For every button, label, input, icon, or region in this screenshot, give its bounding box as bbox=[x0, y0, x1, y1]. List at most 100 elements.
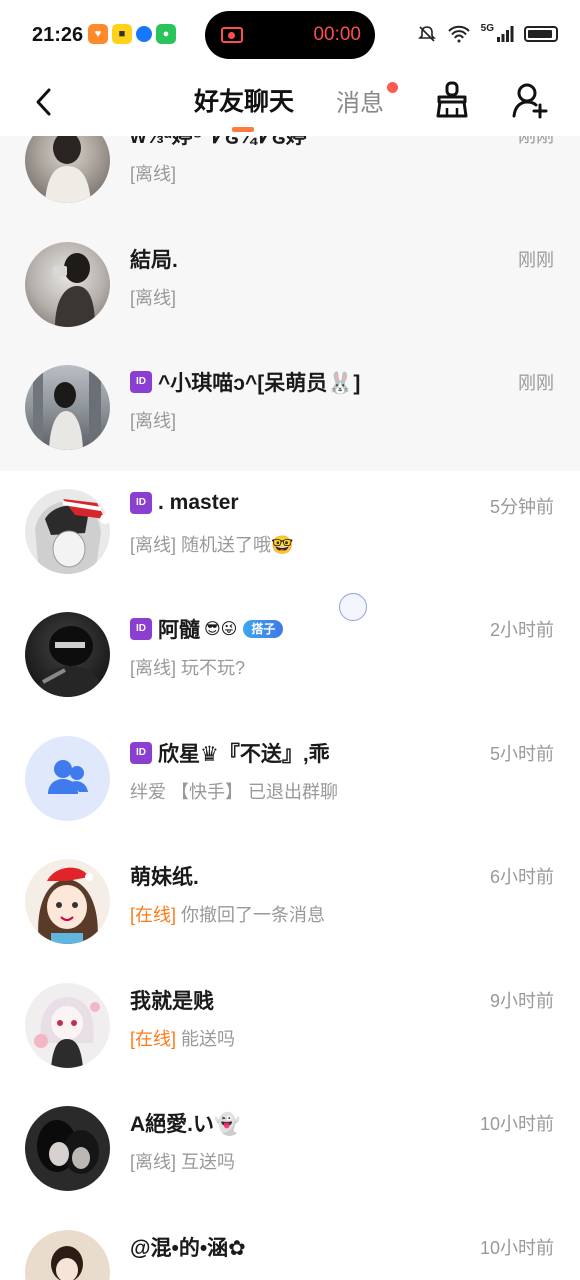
conversation-row[interactable]: 我就是贱 9小时前 [在线] 能送吗 bbox=[0, 965, 580, 1089]
chevron-left-icon bbox=[36, 88, 51, 116]
avatar-image bbox=[51, 1245, 83, 1280]
avatar-image bbox=[35, 498, 110, 574]
status-bar: 21:26 ♥ ■ ● 00:00 5G bbox=[0, 0, 580, 70]
clean-button[interactable] bbox=[432, 80, 472, 120]
presence-status: [离线] bbox=[130, 658, 177, 678]
contact-name: 萌妹纸. bbox=[130, 861, 199, 891]
avatar-image bbox=[34, 996, 100, 1068]
broom-icon bbox=[436, 81, 468, 118]
contact-name: 我就是贱 bbox=[130, 985, 214, 1015]
id-badge-icon: ID bbox=[130, 741, 152, 764]
group-icon bbox=[47, 760, 88, 794]
network-type: 5G bbox=[480, 22, 494, 34]
conversation-row[interactable]: @混•的•涵✿ 10小时前 bbox=[0, 1212, 580, 1280]
presence-status: [离线] bbox=[130, 411, 177, 431]
presence-status: [在线] bbox=[130, 1028, 177, 1049]
emoji-tag: 😎😜 bbox=[204, 621, 238, 638]
contact-name-text: 阿髓 bbox=[158, 619, 200, 642]
contact-name: A絕愛.い👻 bbox=[130, 1108, 240, 1138]
avatar[interactable] bbox=[25, 859, 110, 944]
conversation-list[interactable]: w⅓ᵘ婷⁵²ᏤᏋ¼ᏤᏋ婷 刚刚 [离线] 結局. 刚刚 [离线] ID ^小琪喵… bbox=[0, 100, 580, 1280]
conversation-row[interactable]: ID 阿髓 😎😜 搭子 2小时前 [离线] 玩不玩? bbox=[0, 594, 580, 718]
status-time: 21:26 bbox=[32, 24, 84, 46]
group-avatar[interactable] bbox=[25, 735, 110, 821]
active-tab-indicator bbox=[232, 127, 254, 132]
contact-name-text: A絕愛.い👻 bbox=[130, 1113, 241, 1136]
message-time: 6小时前 bbox=[489, 867, 554, 887]
message-preview: [在线] 能送吗 bbox=[130, 1025, 235, 1051]
conversation-row[interactable]: A絕愛.い👻 10小时前 [离线] 互送吗 bbox=[0, 1088, 580, 1212]
screen-recorder-pill[interactable]: 00:00 bbox=[205, 11, 375, 59]
message-time: 2小时前 bbox=[489, 620, 554, 640]
contact-name-text: 萌妹纸. bbox=[130, 866, 199, 889]
record-icon bbox=[221, 27, 243, 43]
avatar[interactable] bbox=[25, 241, 110, 327]
chat-header: 好友聊天 消息 bbox=[0, 70, 580, 136]
message-preview: [离线] 随机送了哦🤓 bbox=[130, 531, 293, 557]
tab-messages[interactable]: 消息 bbox=[336, 83, 384, 118]
avatar[interactable] bbox=[25, 982, 110, 1068]
mute-bell-icon bbox=[417, 26, 436, 42]
add-user-icon bbox=[512, 83, 548, 119]
avatar-image bbox=[35, 626, 105, 697]
avatar[interactable] bbox=[25, 365, 110, 450]
message-time: 5小时前 bbox=[489, 743, 554, 764]
message-preview: [离线] bbox=[130, 284, 176, 310]
avatar[interactable] bbox=[25, 612, 110, 697]
message-time: 刚刚 bbox=[518, 373, 554, 393]
unread-dot bbox=[387, 82, 398, 93]
contact-name-text: 欣星♛『不送』,乖 bbox=[158, 742, 330, 766]
message-preview: [在线] 你撤回了一条消息 bbox=[130, 901, 325, 927]
id-badge-icon: ID bbox=[130, 371, 152, 393]
message-time: 9小时前 bbox=[489, 990, 554, 1011]
contact-name: ID 阿髓 😎😜 搭子 bbox=[130, 614, 284, 644]
message-time: 刚刚 bbox=[518, 249, 554, 270]
presence-status: [离线] bbox=[130, 534, 177, 555]
app-notification-icon: ■ bbox=[112, 24, 132, 44]
app-notification-icon: ♥ bbox=[88, 24, 108, 44]
conversation-row[interactable]: ID . master 5分钟前 [离线] 随机送了哦🤓 bbox=[0, 471, 580, 595]
wechat-icon: ● bbox=[156, 24, 176, 44]
message-preview: [离线] 互送吗 bbox=[130, 1148, 235, 1174]
message-text: 绊爱 【快手】 已退出群聊 bbox=[130, 781, 339, 802]
tab-friend-chat[interactable]: 好友聊天 bbox=[194, 82, 294, 118]
avatar[interactable] bbox=[25, 1229, 110, 1280]
message-preview: [离线] bbox=[130, 160, 176, 186]
contact-name: 結局. bbox=[130, 244, 178, 274]
presence-status: [在线] bbox=[130, 905, 177, 925]
buddy-tag: 搭子 bbox=[243, 620, 284, 638]
message-preview: 绊爱 【快手】 已退出群聊 bbox=[130, 778, 338, 804]
message-preview: [离线] 玩不玩? bbox=[130, 654, 245, 680]
conversation-row[interactable]: ID 欣星♛『不送』,乖 5小时前 绊爱 【快手】 已退出群聊 bbox=[0, 718, 580, 842]
battery-icon bbox=[524, 26, 558, 42]
contact-name-text: . master bbox=[158, 490, 239, 514]
presence-status: [离线] bbox=[130, 164, 177, 184]
conversation-row[interactable]: 萌妹纸. 6小时前 [在线] 你撤回了一条消息 bbox=[0, 841, 580, 965]
presence-status: [离线] bbox=[130, 1152, 177, 1172]
message-text: 随机送了哦🤓 bbox=[181, 534, 294, 555]
signal-icon bbox=[497, 26, 514, 42]
app-notification-icon bbox=[136, 26, 152, 42]
message-text: 玩不玩? bbox=[181, 658, 246, 678]
notification-icons: ♥ ■ ● bbox=[88, 24, 176, 44]
presence-status: [离线] bbox=[130, 287, 177, 308]
contact-name-text: 我就是贱 bbox=[130, 989, 214, 1013]
avatar-image bbox=[33, 365, 101, 450]
contact-name: ID 欣星♛『不送』,乖 bbox=[130, 738, 330, 768]
message-time: 10小时前 bbox=[479, 1114, 554, 1134]
avatar-image bbox=[53, 252, 95, 327]
avatar[interactable] bbox=[25, 1106, 110, 1191]
conversation-row[interactable]: ID ^小琪喵ↄ^[呆萌员🐰] 刚刚 [离线] bbox=[0, 347, 580, 471]
contact-name: @混•的•涵✿ bbox=[130, 1232, 246, 1262]
message-preview: [离线] bbox=[130, 407, 176, 433]
conversation-row[interactable]: 結局. 刚刚 [离线] bbox=[0, 223, 580, 347]
wifi-icon bbox=[447, 25, 470, 43]
message-text: 你撤回了一条消息 bbox=[181, 905, 326, 925]
recording-time: 00:00 bbox=[313, 24, 361, 45]
contact-name-text: ^小琪喵ↄ^[呆萌员🐰] bbox=[158, 372, 361, 395]
avatar[interactable] bbox=[25, 488, 110, 574]
avatar-image bbox=[37, 1120, 99, 1174]
add-friend-button[interactable] bbox=[510, 80, 550, 120]
message-text: 能送吗 bbox=[181, 1028, 236, 1049]
back-button[interactable] bbox=[24, 82, 64, 122]
